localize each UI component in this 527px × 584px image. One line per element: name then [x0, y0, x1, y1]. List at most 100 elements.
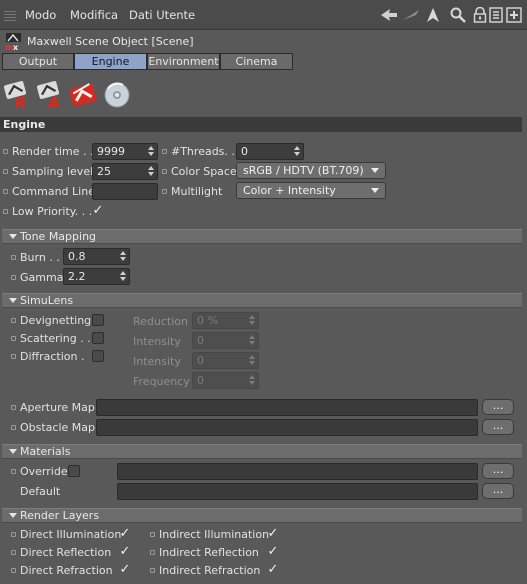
- indirect-illumination-keyframe-dot[interactable]: [150, 532, 155, 537]
- threads-input[interactable]: 0: [236, 143, 304, 160]
- low-priority-checkbox[interactable]: ✓: [92, 204, 104, 217]
- spinner-icon[interactable]: [148, 166, 154, 177]
- search-icon[interactable]: [449, 6, 467, 24]
- render-layers-section-header[interactable]: Render Layers: [2, 508, 522, 523]
- indirect-reflection-keyframe-dot[interactable]: [150, 550, 155, 555]
- indirect-illumination-checkbox[interactable]: ✓: [267, 527, 279, 540]
- devignetting-checkbox[interactable]: [92, 314, 104, 326]
- diffraction-keyframe-dot[interactable]: [11, 354, 16, 359]
- spinner-icon[interactable]: [294, 146, 300, 157]
- settings-icon[interactable]: [487, 6, 505, 24]
- multilight-keyframe-dot[interactable]: [162, 189, 167, 194]
- tab-cinema[interactable]: Cinema: [220, 53, 293, 70]
- render-time-keyframe-dot[interactable]: [3, 149, 8, 154]
- collapse-triangle-icon[interactable]: [9, 449, 17, 454]
- indirect-reflection-label: Indirect Reflection: [159, 546, 259, 559]
- obstacle-map-browse-button[interactable]: ...: [482, 419, 514, 435]
- default-material-field[interactable]: [117, 483, 478, 500]
- svg-text:A: A: [47, 94, 60, 110]
- tab-output[interactable]: Output: [2, 53, 74, 70]
- tone-mapping-section-header[interactable]: Tone Mapping: [2, 229, 522, 244]
- burn-keyframe-dot[interactable]: [11, 255, 16, 260]
- frequency-label: Frequency: [133, 375, 190, 388]
- spinner-icon[interactable]: [249, 375, 255, 386]
- add-icon[interactable]: [505, 6, 523, 24]
- color-space-dropdown[interactable]: sRGB / HDTV (BT.709): [236, 162, 386, 179]
- command-line-input[interactable]: [92, 183, 158, 200]
- aperture-map-path-field[interactable]: [96, 399, 478, 416]
- diffraction-intensity-input[interactable]: 0: [192, 352, 259, 369]
- reduction-input[interactable]: 0 %: [192, 312, 259, 329]
- frequency-input[interactable]: 0: [192, 372, 259, 389]
- threads-keyframe-dot[interactable]: [162, 149, 167, 154]
- scattering-intensity-input[interactable]: 0: [192, 332, 259, 349]
- spinner-icon[interactable]: [249, 335, 255, 346]
- indirect-refraction-label: Indirect Refraction: [159, 564, 261, 577]
- direct-reflection-keyframe-dot[interactable]: [11, 550, 16, 555]
- simulens-title: SimuLens: [20, 294, 74, 307]
- command-line-keyframe-dot[interactable]: [3, 189, 8, 194]
- diffraction-intensity-value: 0: [197, 354, 204, 367]
- menu-modo[interactable]: Modo: [25, 8, 56, 22]
- maxwell-studio-icon[interactable]: [69, 80, 98, 110]
- override-keyframe-dot[interactable]: [11, 469, 16, 474]
- override-checkbox[interactable]: [68, 465, 80, 477]
- direct-reflection-checkbox[interactable]: ✓: [119, 545, 131, 558]
- multilight-dropdown[interactable]: Color + Intensity: [236, 182, 386, 199]
- grip-icon[interactable]: [4, 9, 16, 21]
- spinner-icon[interactable]: [120, 271, 126, 282]
- spinner-icon[interactable]: [120, 251, 126, 262]
- obstacle-map-path-field[interactable]: [96, 419, 478, 436]
- spinner-icon[interactable]: [249, 355, 255, 366]
- arrow-up-icon[interactable]: [424, 6, 442, 24]
- render-time-input[interactable]: 9999: [92, 143, 158, 160]
- arrow-left-icon[interactable]: [380, 6, 398, 24]
- menu-dati-utente[interactable]: Dati Utente: [129, 8, 195, 22]
- burn-input[interactable]: 0.8: [63, 248, 130, 265]
- indirect-refraction-keyframe-dot[interactable]: [150, 568, 155, 573]
- arrow-slant-icon[interactable]: [402, 6, 420, 24]
- diffraction-checkbox[interactable]: [92, 350, 104, 362]
- simulens-section-header[interactable]: SimuLens: [2, 293, 522, 308]
- sampling-level-label: Sampling level: [12, 165, 94, 178]
- materials-section-header[interactable]: Materials: [2, 444, 522, 459]
- tab-engine[interactable]: Engine: [74, 53, 147, 70]
- command-line-label: Command Line: [12, 185, 95, 198]
- direct-illumination-checkbox[interactable]: ✓: [119, 527, 131, 540]
- indirect-refraction-checkbox[interactable]: ✓: [267, 563, 279, 576]
- disc-icon[interactable]: [103, 80, 131, 110]
- menu-modifica[interactable]: Modifica: [70, 8, 118, 22]
- collapse-triangle-icon[interactable]: [9, 513, 17, 518]
- spinner-icon[interactable]: [148, 146, 154, 157]
- sampling-level-input[interactable]: 25: [92, 163, 158, 180]
- override-browse-button[interactable]: ...: [482, 463, 514, 479]
- override-material-field[interactable]: [117, 463, 478, 480]
- multilight-value: Color + Intensity: [243, 184, 336, 197]
- indirect-reflection-checkbox[interactable]: ✓: [267, 545, 279, 558]
- gamma-keyframe-dot[interactable]: [11, 275, 16, 280]
- obstacle-map-keyframe-dot[interactable]: [11, 425, 16, 430]
- scattering-checkbox[interactable]: [92, 332, 104, 344]
- scattering-keyframe-dot[interactable]: [11, 336, 16, 341]
- aperture-map-keyframe-dot[interactable]: [11, 405, 16, 410]
- default-browse-button[interactable]: ...: [482, 483, 514, 499]
- collapse-triangle-icon[interactable]: [9, 234, 17, 239]
- render-layers-title: Render Layers: [20, 509, 100, 522]
- burn-value: 0.8: [68, 250, 86, 263]
- direct-refraction-checkbox[interactable]: ✓: [119, 563, 131, 576]
- gamma-input[interactable]: 2.2: [63, 268, 130, 285]
- render-icon[interactable]: R: [3, 80, 31, 112]
- gamma-value: 2.2: [68, 270, 86, 283]
- tab-environment[interactable]: Environment: [147, 53, 220, 70]
- collapse-triangle-icon[interactable]: [9, 298, 17, 303]
- devignetting-keyframe-dot[interactable]: [11, 318, 16, 323]
- direct-illumination-keyframe-dot[interactable]: [11, 532, 16, 537]
- color-space-keyframe-dot[interactable]: [162, 169, 167, 174]
- low-priority-keyframe-dot[interactable]: [3, 209, 8, 214]
- spinner-icon[interactable]: [249, 315, 255, 326]
- threads-label: #Threads. .: [171, 145, 235, 158]
- sampling-keyframe-dot[interactable]: [3, 169, 8, 174]
- animation-render-icon[interactable]: A: [36, 80, 64, 112]
- direct-refraction-keyframe-dot[interactable]: [11, 568, 16, 573]
- aperture-map-browse-button[interactable]: ...: [482, 399, 514, 415]
